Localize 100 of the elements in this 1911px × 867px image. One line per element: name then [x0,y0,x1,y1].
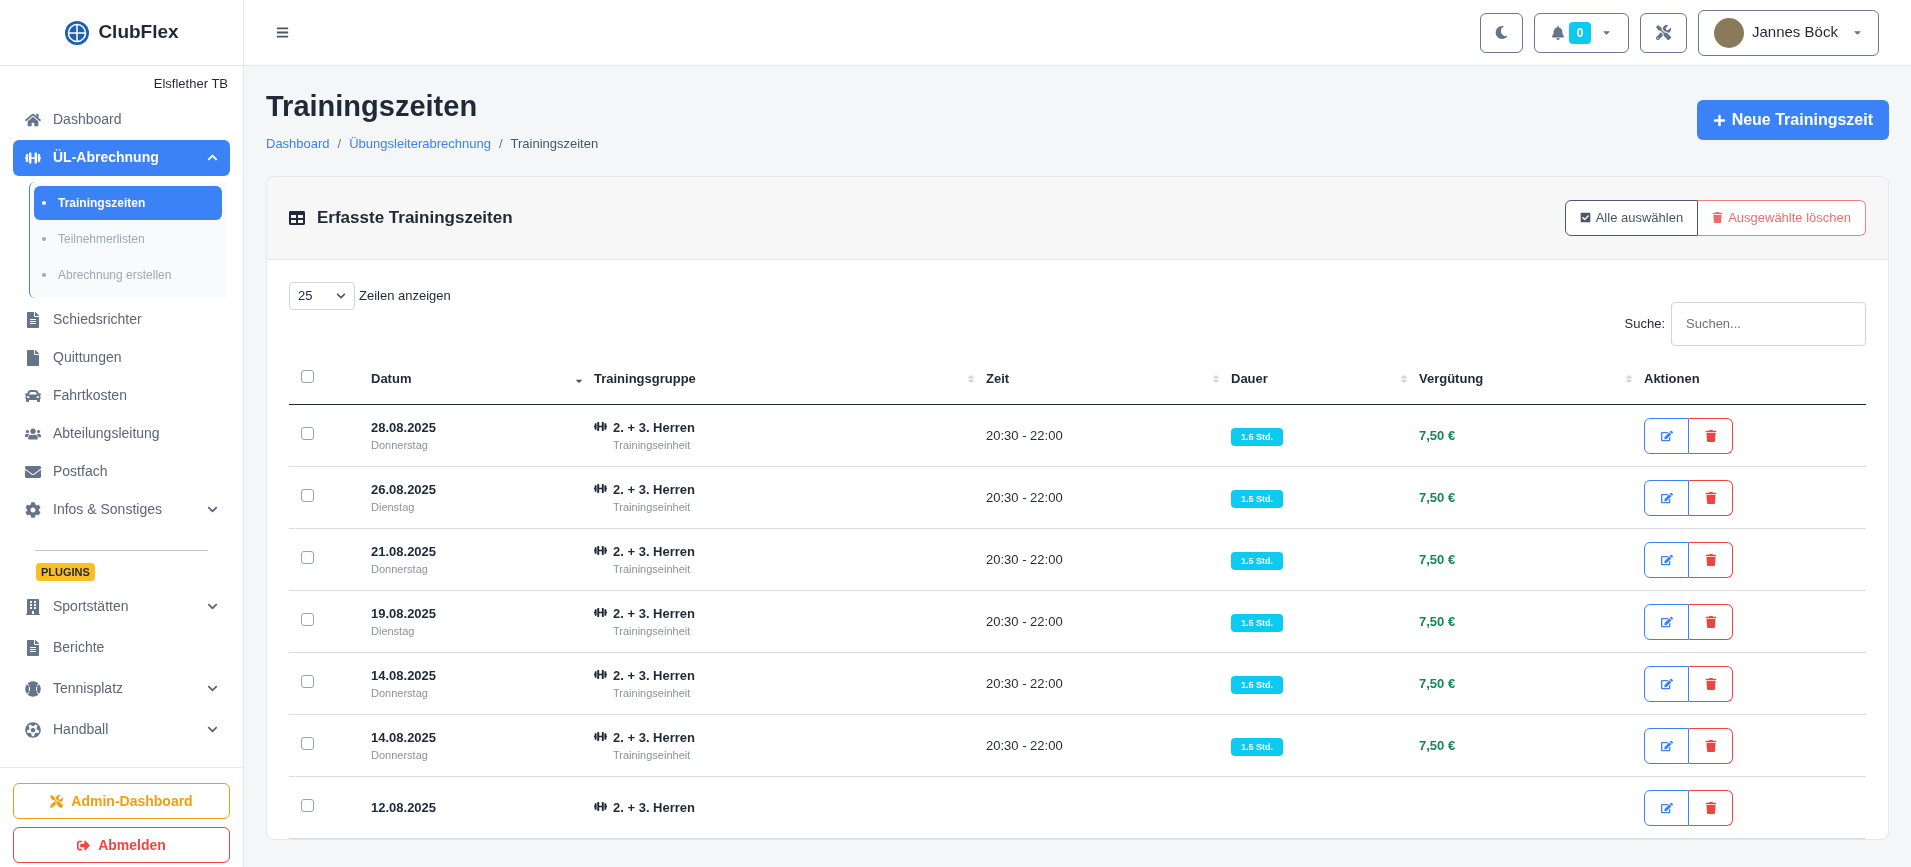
edit-button[interactable] [1644,665,1689,702]
edit-icon [1660,553,1673,566]
checkbox[interactable] [301,613,314,626]
payment-cell: 7,50 € [1419,614,1456,629]
file-icon [25,349,41,366]
sidebar-item[interactable]: Dashboard [13,101,230,138]
edit-button[interactable] [1644,417,1689,454]
club-name: Elsflether TB [152,75,229,93]
column-header[interactable]: Datum [371,369,412,389]
logout-button[interactable]: Abmelden [13,827,230,863]
sidebar-item[interactable]: Fahrtkosten [13,377,230,414]
tools-icon [1656,25,1671,40]
delete-selected-button[interactable]: Ausgewählte löschen [1698,199,1866,236]
dumbbell-icon [594,667,607,681]
submenu-item[interactable]: Trainingszeiten [34,185,222,220]
checkbox[interactable] [301,489,314,502]
checkbox[interactable] [301,799,314,812]
select-all-button[interactable]: Alle auswählen [1564,199,1699,236]
sidebar-item[interactable]: Berichte [13,629,230,666]
page-title: Trainingszeiten [266,89,479,124]
checkbox[interactable] [301,370,314,384]
checkbox[interactable] [301,551,314,564]
edit-button[interactable] [1644,541,1689,578]
breadcrumb-link[interactable]: Dashboard [266,134,330,154]
breadcrumb-current: Trainingszeiten [510,135,599,154]
group-name: 2. + 3. Herren [613,666,696,685]
session-type: Trainingseinheit [613,748,692,764]
trash-icon [1704,677,1717,690]
column-header[interactable]: Aktionen [1644,369,1700,389]
delete-button[interactable] [1689,665,1733,702]
date-cell-text: 12.08.2025 [371,799,438,817]
building-icon [25,598,41,615]
column-header[interactable]: Trainingsgruppe [594,369,696,389]
time-cell: 20:30 - 22:00 [986,614,1063,629]
edit-icon [1660,677,1673,690]
group-name: 2. + 3. Herren [613,604,696,623]
group-name: 2. + 3. Herren [613,728,696,747]
checkbox[interactable] [301,427,314,440]
time-cell: 20:30 - 22:00 [986,490,1063,505]
column-header[interactable]: Zeit [986,369,1010,389]
user-menu-button[interactable]: Jannes Böck [1698,9,1879,56]
duration-badge: 1.5 Std. [1231,490,1283,508]
duration-badge: 1.5 Std. [1231,738,1283,756]
delete-button[interactable] [1689,603,1733,640]
breadcrumb-separator: / [498,135,503,154]
trash-icon [1704,801,1717,814]
breadcrumb-link[interactable]: Übungsleiterabrechnung [349,134,491,154]
date-cell-text: 21.08.2025 [371,542,438,561]
dumbbell-icon [594,543,607,557]
delete-button[interactable] [1689,727,1733,764]
sidebar-item[interactable]: Sportstätten [13,588,230,625]
car-icon [25,387,41,404]
bell-icon [1550,25,1565,40]
column-header[interactable]: Vergütung [1419,369,1484,389]
edit-button[interactable] [1644,789,1689,826]
settings-icon [25,501,41,518]
checkbox[interactable] [301,737,314,750]
search-field[interactable]: Suchen... [1671,301,1866,346]
sidebar-item[interactable]: Infos & Sonstiges [13,491,230,528]
edit-icon [1660,739,1673,752]
date-cell-text: 19.08.2025 [371,604,438,623]
tools-button[interactable] [1640,12,1687,53]
chevron-down-icon [207,724,218,735]
menu-icon[interactable] [276,26,289,39]
duration-badge: 1.5 Std. [1231,614,1283,632]
delete-button[interactable] [1689,789,1733,826]
sidebar-item[interactable]: ÜL-Abrechnung [13,139,230,176]
dark-mode-button[interactable] [1480,12,1523,53]
edit-icon [1660,429,1673,442]
checkbox[interactable] [301,675,314,688]
club-logo-icon [64,19,91,46]
sidebar-item[interactable]: Postfach [13,453,230,490]
edit-icon [1660,615,1673,628]
date-cell-text: 28.08.2025 [371,418,438,437]
new-training-time-button[interactable]: Neue Trainingszeit [1696,100,1889,140]
date-cell-text: 26.08.2025 [371,480,438,499]
delete-button[interactable] [1689,541,1733,578]
sidebar-item[interactable]: Tennisplatz [13,670,230,707]
edit-icon [1660,491,1673,504]
group-name: 2. + 3. Herren [613,418,696,437]
session-type: Trainingseinheit [613,438,692,454]
weekday-cell-text: Donnerstag [371,438,429,454]
dumbbell-icon [594,729,607,743]
column-header[interactable]: Dauer [1231,369,1268,389]
sidebar-item[interactable]: Quittungen [13,339,230,376]
page-size-select[interactable]: 25 [289,281,355,310]
edit-button[interactable] [1644,603,1689,640]
sidebar-item[interactable]: Abteilungsleitung [13,415,230,452]
sidebar-item[interactable]: Handball [13,711,230,748]
date-cell-text: 14.08.2025 [371,666,438,685]
edit-button[interactable] [1644,479,1689,516]
delete-button[interactable] [1689,479,1733,516]
edit-button[interactable] [1644,727,1689,764]
trash-icon [1704,429,1717,442]
sidebar-item[interactable]: Schiedsrichter [13,301,230,338]
dumbbell-icon [25,149,41,166]
chevron-down-icon [207,683,218,694]
delete-button[interactable] [1689,417,1733,454]
weekday-cell-text: Dienstag [371,500,416,516]
payment-cell: 7,50 € [1419,428,1456,443]
